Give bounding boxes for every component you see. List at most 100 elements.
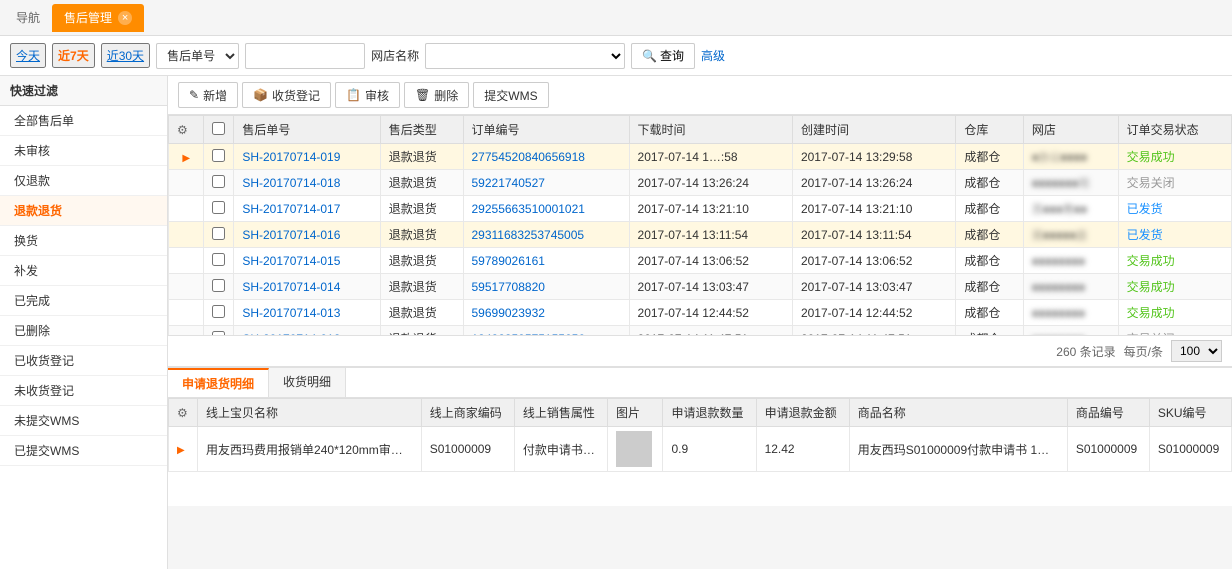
b-settings-icon[interactable]: ⚙: [177, 406, 188, 420]
search-icon: 🔍: [642, 49, 657, 63]
last7-btn[interactable]: 近7天: [52, 43, 95, 68]
trade-status: 交易成功: [1118, 274, 1231, 300]
select-all-checkbox[interactable]: [212, 122, 225, 135]
aftersale-id[interactable]: SH-20170714-013: [234, 300, 380, 326]
delete-btn[interactable]: 🗑 删除: [404, 82, 469, 108]
row-checkbox-cell[interactable]: [204, 170, 234, 196]
bottom-table: ⚙ 线上宝贝名称 线上商家编码 线上销售属性 图片 申请退款数量 申请退款金额 …: [168, 398, 1232, 472]
download-time: 2017-07-14 13:26:24: [629, 170, 792, 196]
aftersale-id[interactable]: SH-20170714-019: [234, 144, 380, 170]
sidebar-item[interactable]: 换货: [0, 226, 167, 256]
order-id[interactable]: 13482359575155656: [463, 326, 629, 336]
shop: ■■■■■■■■: [1023, 248, 1118, 274]
sidebar-item[interactable]: 仅退款: [0, 166, 167, 196]
sidebar-item[interactable]: 全部售后单: [0, 106, 167, 136]
last30-btn[interactable]: 近30天: [101, 43, 150, 68]
create-time: 2017-07-14 13:11:54: [792, 222, 955, 248]
shop: ■办公■■■■: [1023, 144, 1118, 170]
settings-icon[interactable]: ⚙: [177, 123, 188, 137]
sidebar-item[interactable]: 补发: [0, 256, 167, 286]
audit-btn[interactable]: 📋 审核: [335, 82, 400, 108]
row-checkbox-cell[interactable]: [204, 248, 234, 274]
order-id[interactable]: 29311683253745005: [463, 222, 629, 248]
sidebar-item[interactable]: 未审核: [0, 136, 167, 166]
row-checkbox[interactable]: [212, 175, 225, 188]
warehouse: 成都仓: [956, 300, 1023, 326]
tab-receive-detail[interactable]: 收货明细: [269, 368, 346, 397]
play-cell: ▶: [169, 144, 204, 170]
table-row[interactable]: SH-20170714-017 退款退货 29255663510001021 2…: [169, 196, 1232, 222]
aftersale-id[interactable]: SH-20170714-012: [234, 326, 380, 336]
row-checkbox[interactable]: [212, 305, 225, 318]
table-row[interactable]: SH-20170714-013 退款退货 59699023932 2017-07…: [169, 300, 1232, 326]
search-toolbar: 今天 近7天 近30天 售后单号 网店名称 🔍 查询 高级: [0, 36, 1232, 76]
play-cell: [169, 222, 204, 248]
table-row[interactable]: SH-20170714-014 退款退货 59517708820 2017-07…: [169, 274, 1232, 300]
today-btn[interactable]: 今天: [10, 43, 46, 68]
field-select[interactable]: 售后单号: [156, 43, 239, 69]
sidebar-item[interactable]: 退款退货: [0, 196, 167, 226]
plus-icon: ✎: [189, 88, 199, 102]
tab-refund-detail[interactable]: 申请退货明细: [168, 368, 269, 397]
sidebar-item[interactable]: 未收货登记: [0, 376, 167, 406]
order-id[interactable]: 59221740527: [463, 170, 629, 196]
order-id[interactable]: 29255663510001021: [463, 196, 629, 222]
close-tab-btn[interactable]: ×: [118, 11, 132, 25]
aftersale-id[interactable]: SH-20170714-014: [234, 274, 380, 300]
aftersale-id[interactable]: SH-20170714-016: [234, 222, 380, 248]
sidebar-item[interactable]: 已完成: [0, 286, 167, 316]
main-table: ⚙ 售后单号 售后类型 订单编号 下载时间 创建时间 仓库 网店 订单交易状态 …: [168, 115, 1232, 335]
trade-status: 交易成功: [1118, 248, 1231, 274]
table-row[interactable]: SH-20170714-016 退款退货 29311683253745005 2…: [169, 222, 1232, 248]
row-checkbox[interactable]: [212, 149, 225, 162]
row-checkbox-cell[interactable]: [204, 222, 234, 248]
bottom-table-row[interactable]: ▶ 用友西玛费用报销单240*120mm审… S01000009 付款申请书… …: [169, 427, 1232, 472]
sidebar-item[interactable]: 未提交WMS: [0, 406, 167, 436]
shop-select[interactable]: [425, 43, 625, 69]
after-sale-tab[interactable]: 售后管理 ×: [52, 4, 144, 32]
shop-label: 网店名称: [371, 47, 419, 64]
row-checkbox[interactable]: [212, 279, 225, 292]
submit-wms-btn[interactable]: 提交WMS: [473, 82, 548, 108]
search-input[interactable]: [245, 43, 365, 69]
sidebar-item[interactable]: 已收货登记: [0, 346, 167, 376]
row-checkbox[interactable]: [212, 253, 225, 266]
receive-btn[interactable]: 📦 收货登记: [242, 82, 331, 108]
warehouse: 成都仓: [956, 274, 1023, 300]
advanced-btn[interactable]: 高级: [701, 47, 725, 64]
aftersale-id[interactable]: SH-20170714-018: [234, 170, 380, 196]
order-id[interactable]: 27754520840656918: [463, 144, 629, 170]
download-time: 2017-07-14 13:03:47: [629, 274, 792, 300]
search-btn[interactable]: 🔍 查询: [631, 43, 695, 69]
col-gear[interactable]: ⚙: [169, 116, 204, 144]
order-id[interactable]: 59699023932: [463, 300, 629, 326]
per-page-select[interactable]: 100: [1171, 340, 1222, 362]
row-checkbox[interactable]: [212, 201, 225, 214]
row-checkbox[interactable]: [212, 227, 225, 240]
aftersale-id[interactable]: SH-20170714-015: [234, 248, 380, 274]
b-product-code: S01000009: [1067, 427, 1149, 472]
warehouse: 成都仓: [956, 248, 1023, 274]
table-row[interactable]: SH-20170714-012 退款退货 13482359575155656 2…: [169, 326, 1232, 336]
row-checkbox-cell[interactable]: [204, 300, 234, 326]
create-time: 2017-07-14 13:26:24: [792, 170, 955, 196]
new-btn[interactable]: ✎ 新增: [178, 82, 238, 108]
sidebar-item[interactable]: 已删除: [0, 316, 167, 346]
row-checkbox-cell[interactable]: [204, 144, 234, 170]
download-time: 2017-07-14 13:06:52: [629, 248, 792, 274]
sidebar-item[interactable]: 已提交WMS: [0, 436, 167, 466]
row-checkbox-cell[interactable]: [204, 196, 234, 222]
table-row[interactable]: ▶ SH-20170714-019 退款退货 27754520840656918…: [169, 144, 1232, 170]
order-id[interactable]: 59517708820: [463, 274, 629, 300]
bottom-panel: 申请退货明细 收货明细 ⚙ 线上宝贝名称 线上商家编码 线上销售属性 图片 申请…: [168, 366, 1232, 506]
b-col-gear[interactable]: ⚙: [169, 399, 198, 427]
aftersale-id[interactable]: SH-20170714-017: [234, 196, 380, 222]
play-cell: [169, 170, 204, 196]
aftersale-type: 退款退货: [380, 170, 463, 196]
row-checkbox-cell[interactable]: [204, 274, 234, 300]
order-id[interactable]: 59789026161: [463, 248, 629, 274]
table-row[interactable]: SH-20170714-018 退款退货 59221740527 2017-07…: [169, 170, 1232, 196]
table-row[interactable]: SH-20170714-015 退款退货 59789026161 2017-07…: [169, 248, 1232, 274]
aftersale-type: 退款退货: [380, 248, 463, 274]
row-checkbox-cell[interactable]: [204, 326, 234, 336]
